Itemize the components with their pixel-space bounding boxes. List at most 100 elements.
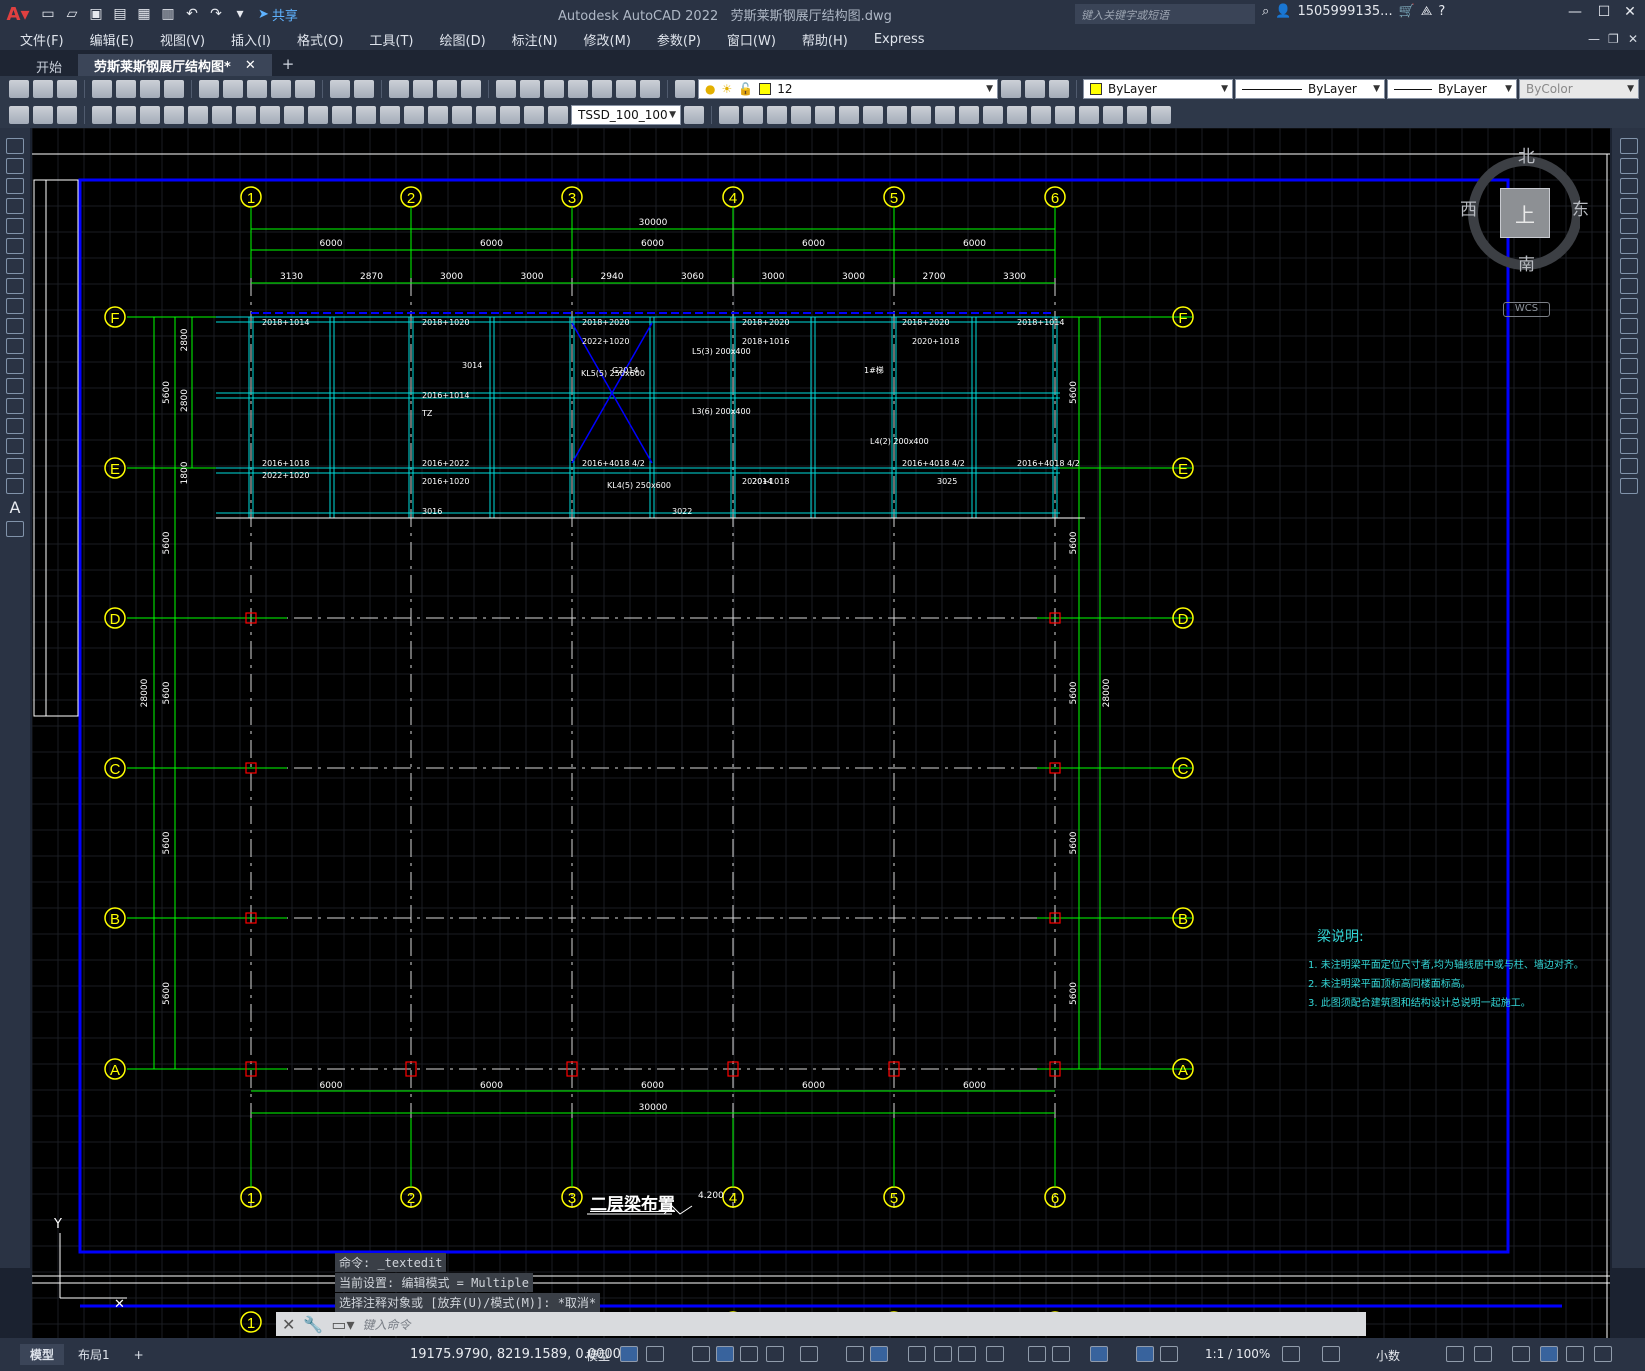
revision-cloud-icon[interactable] bbox=[6, 278, 24, 294]
construction-line-icon[interactable] bbox=[6, 158, 24, 174]
infer-constraints-icon[interactable] bbox=[692, 1346, 710, 1362]
ellipse-icon[interactable] bbox=[6, 318, 24, 334]
customize-dropdown-icon[interactable]: ▾ bbox=[229, 3, 251, 25]
zoom-window-icon[interactable] bbox=[437, 80, 457, 98]
annotation-monitor-icon[interactable] bbox=[1322, 1346, 1340, 1362]
array-icon[interactable] bbox=[1619, 218, 1638, 234]
menu-tools[interactable]: 工具(T) bbox=[359, 30, 423, 49]
rectangle-icon[interactable] bbox=[6, 218, 24, 234]
center-mark-icon[interactable] bbox=[428, 106, 448, 124]
menu-express[interactable]: Express bbox=[864, 32, 935, 47]
diameter-dimension-icon[interactable] bbox=[236, 106, 256, 124]
paste-icon[interactable] bbox=[247, 80, 267, 98]
lineweight-dropdown[interactable]: ByLayer ▼ bbox=[1387, 79, 1517, 99]
modify-tool-icon[interactable] bbox=[1151, 106, 1171, 124]
linetype-dropdown[interactable]: ByLayer ▼ bbox=[1235, 79, 1385, 99]
match-properties-icon[interactable] bbox=[271, 80, 291, 98]
trim-icon[interactable] bbox=[1619, 318, 1638, 334]
doc-close-button[interactable]: ✕ bbox=[1628, 32, 1638, 46]
menu-modify[interactable]: 修改(M) bbox=[574, 30, 641, 49]
units-dropdown[interactable]: 小数 bbox=[1376, 1347, 1400, 1364]
tool-palettes-icon[interactable] bbox=[544, 80, 564, 98]
search-icon[interactable]: ⌕ bbox=[1262, 4, 1269, 19]
tab-start[interactable]: 开始 bbox=[20, 54, 78, 76]
tssd-tool-icon[interactable] bbox=[57, 106, 77, 124]
design-center-icon[interactable] bbox=[520, 80, 540, 98]
dimension-break-icon[interactable] bbox=[380, 106, 400, 124]
menu-insert[interactable]: 插入(I) bbox=[221, 30, 281, 49]
publish-toolbar-icon[interactable] bbox=[140, 80, 160, 98]
hardware-acceleration-icon[interactable] bbox=[1540, 1346, 1558, 1362]
share-button[interactable]: ➤ 共享 bbox=[258, 5, 298, 24]
new-tab-button[interactable]: + bbox=[272, 52, 305, 76]
save-as-icon[interactable]: ▤ bbox=[109, 3, 131, 25]
menu-dimension[interactable]: 标注(N) bbox=[502, 30, 568, 49]
point-icon[interactable] bbox=[6, 398, 24, 414]
block-editor-icon[interactable] bbox=[295, 80, 315, 98]
line-icon[interactable] bbox=[6, 138, 24, 154]
plotstyle-dropdown[interactable]: ByColor ▼ bbox=[1519, 79, 1639, 99]
tolerance-icon[interactable] bbox=[404, 106, 424, 124]
autodesk-app-icon[interactable]: ⟁ bbox=[1421, 4, 1433, 19]
modify-tool-icon[interactable] bbox=[1055, 106, 1075, 124]
viewcube-north[interactable]: 北 bbox=[1518, 142, 1535, 167]
viewcube[interactable]: 北 南 东 西 上 bbox=[1460, 147, 1589, 275]
modify-tool-icon[interactable] bbox=[743, 106, 763, 124]
region-icon[interactable] bbox=[6, 458, 24, 474]
aligned-dimension-icon[interactable] bbox=[116, 106, 136, 124]
spline-icon[interactable] bbox=[6, 298, 24, 314]
pan-icon[interactable] bbox=[389, 80, 409, 98]
3d-osnap-icon[interactable] bbox=[986, 1346, 1004, 1362]
insert-block-icon[interactable] bbox=[6, 358, 24, 374]
sheet-set-icon[interactable] bbox=[568, 80, 588, 98]
undo-icon[interactable]: ↶ bbox=[181, 3, 203, 25]
modify-tool-icon[interactable] bbox=[839, 106, 859, 124]
help-search-input[interactable]: 键入关键字或短语 bbox=[1075, 4, 1255, 24]
modify-tool-icon[interactable] bbox=[935, 106, 955, 124]
modify-tool-icon[interactable] bbox=[791, 106, 811, 124]
ortho-icon[interactable] bbox=[740, 1346, 758, 1362]
layer-properties-icon[interactable] bbox=[675, 80, 695, 98]
auto-scale-icon[interactable] bbox=[1136, 1346, 1154, 1362]
new-layout-button[interactable]: + bbox=[124, 1346, 154, 1364]
linear-dimension-icon[interactable] bbox=[92, 106, 112, 124]
make-current-icon[interactable] bbox=[1001, 80, 1021, 98]
modify-tool-icon[interactable] bbox=[815, 106, 835, 124]
cart-icon[interactable]: 🛒 bbox=[1399, 4, 1415, 19]
modify-tool-icon[interactable] bbox=[767, 106, 787, 124]
menu-help[interactable]: 帮助(H) bbox=[792, 30, 858, 49]
add-selected-icon[interactable] bbox=[6, 521, 24, 537]
zoom-previous-icon[interactable] bbox=[461, 80, 481, 98]
modify-tool-icon[interactable] bbox=[887, 106, 907, 124]
new-file-icon[interactable]: ▭ bbox=[37, 3, 59, 25]
viewcube-east[interactable]: 东 bbox=[1572, 195, 1589, 220]
autocad-logo-icon[interactable]: A▾ bbox=[0, 0, 36, 28]
annotation-visibility-icon[interactable] bbox=[1090, 1346, 1108, 1362]
jogged-linear-icon[interactable] bbox=[476, 106, 496, 124]
modify-tool-icon[interactable] bbox=[863, 106, 883, 124]
isodraft-icon[interactable] bbox=[800, 1346, 818, 1362]
polyline-icon[interactable] bbox=[6, 178, 24, 194]
menu-draw[interactable]: 绘图(D) bbox=[430, 30, 496, 49]
modify-tool-icon[interactable] bbox=[1031, 106, 1051, 124]
cut-icon[interactable] bbox=[199, 80, 219, 98]
undo-toolbar-icon[interactable] bbox=[330, 80, 350, 98]
close-tab-icon[interactable]: ✕ bbox=[245, 58, 256, 73]
radius-dimension-icon[interactable] bbox=[188, 106, 208, 124]
lock-ui-icon[interactable] bbox=[1474, 1346, 1492, 1362]
erase-icon[interactable] bbox=[1619, 138, 1638, 154]
command-input[interactable]: 键入命令 bbox=[362, 1316, 410, 1333]
minimize-button[interactable]: — bbox=[1565, 4, 1585, 20]
color-dropdown[interactable]: ByLayer ▼ bbox=[1083, 79, 1233, 99]
lineweight-icon[interactable] bbox=[908, 1346, 926, 1362]
3d-dwf-icon[interactable] bbox=[164, 80, 184, 98]
modify-tool-icon[interactable] bbox=[1079, 106, 1099, 124]
close-button[interactable]: ✕ bbox=[1620, 4, 1640, 20]
viewcube-west[interactable]: 西 bbox=[1460, 195, 1477, 220]
save-icon[interactable]: ▣ bbox=[85, 3, 107, 25]
tab-model[interactable]: 模型 bbox=[20, 1344, 65, 1365]
quickcalc-icon[interactable] bbox=[616, 80, 636, 98]
viewcube-south[interactable]: 南 bbox=[1518, 250, 1535, 275]
layer-state-icon[interactable] bbox=[1049, 80, 1069, 98]
wcs-menu[interactable]: WCS bbox=[1503, 302, 1550, 317]
